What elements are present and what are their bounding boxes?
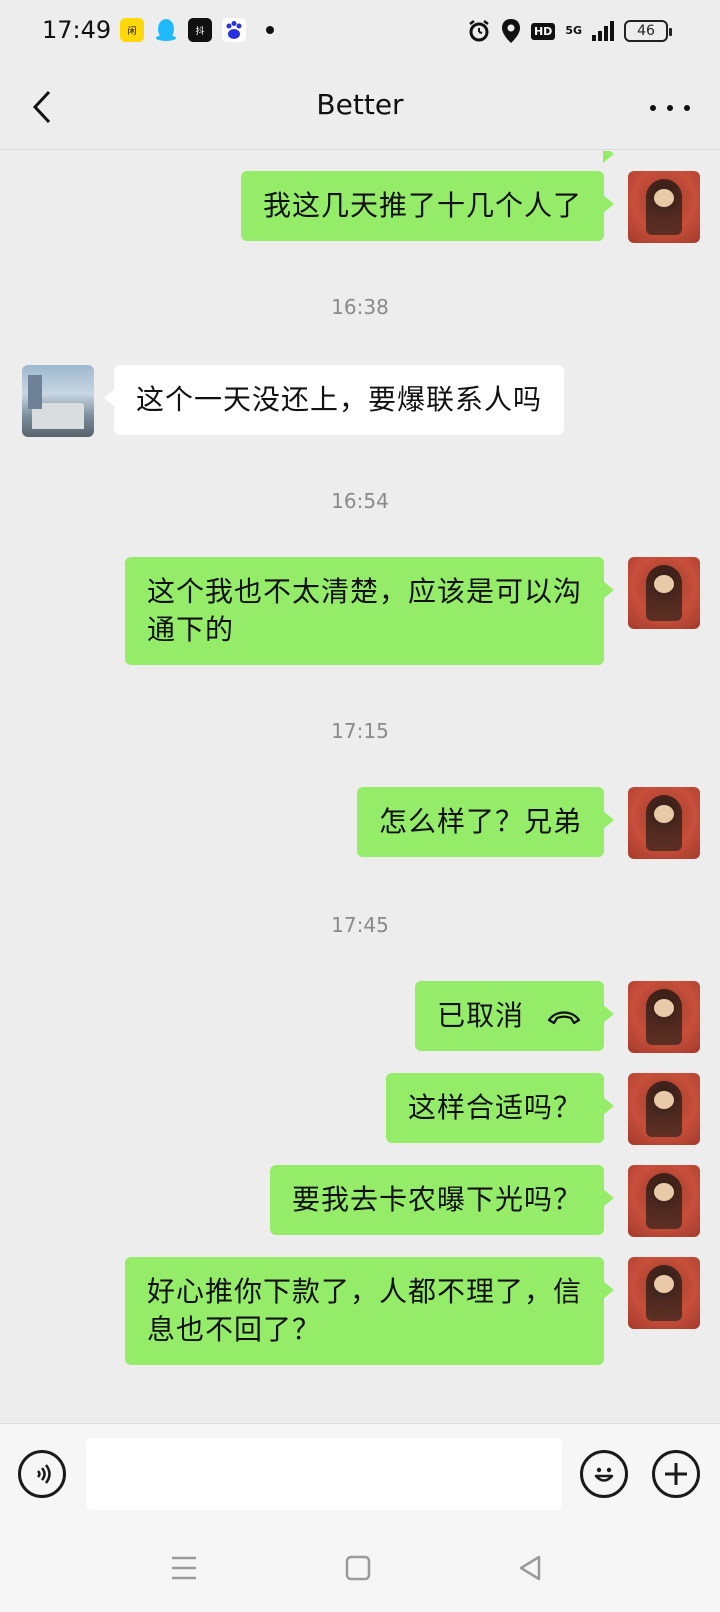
status-time: 17:49: [42, 16, 112, 44]
timestamp: 16:38: [331, 295, 389, 319]
more-dot-icon: [667, 105, 673, 111]
message-bubble[interactable]: 这样合适吗？: [385, 1073, 615, 1143]
message-line: 息也不回了？: [146, 1313, 321, 1346]
timestamp: 16:54: [331, 489, 389, 513]
more-dot-icon: [684, 105, 690, 111]
timestamp: 17:45: [331, 913, 389, 937]
xianyu-icon: 闲: [120, 18, 144, 42]
location-icon: [501, 19, 520, 43]
status-indicators: HD 5G 46: [467, 18, 672, 44]
message-bubble[interactable]: 这个我也不太清楚，应该是可以沟 通下的: [124, 557, 615, 665]
my-avatar[interactable]: [628, 787, 700, 859]
timestamp: 17:15: [331, 719, 389, 743]
voice-button[interactable]: [18, 1450, 66, 1498]
message-bubble[interactable]: 好心推你下款了，人都不理了，信 息也不回了？: [124, 1257, 615, 1365]
message-bubble[interactable]: 这个一天没还上，要爆联系人吗: [103, 365, 565, 435]
contact-avatar[interactable]: [22, 365, 94, 437]
message-line: 好心推你下款了，人都不理了，信: [146, 1275, 582, 1308]
back-nav-button[interactable]: [510, 1551, 550, 1585]
my-avatar[interactable]: [628, 1073, 700, 1145]
more-features-button[interactable]: [652, 1450, 700, 1498]
message-list[interactable]: 我这几天推了十几个人了 16:38 这个一天没还上，要爆联系人吗 16:54 这…: [0, 151, 720, 1423]
call-status-text: 已取消: [437, 999, 525, 1032]
chat-title: Better: [316, 88, 404, 121]
message-bubble[interactable]: 怎么样了？兄弟: [356, 787, 615, 857]
my-avatar[interactable]: [628, 1165, 700, 1237]
my-avatar[interactable]: [628, 171, 700, 243]
voice-icon: [37, 1464, 51, 1484]
phone-hangup-icon: [547, 1011, 581, 1025]
my-avatar[interactable]: [628, 557, 700, 629]
call-cancelled-bubble[interactable]: 已取消: [415, 981, 614, 1051]
signal-icon: [592, 21, 614, 41]
square-icon: [345, 1555, 371, 1581]
more-options-button[interactable]: [650, 94, 690, 122]
my-avatar[interactable]: [628, 981, 700, 1053]
input-bar: [0, 1423, 720, 1523]
system-navigation-bar: [0, 1523, 720, 1612]
my-avatar[interactable]: [628, 1257, 700, 1329]
more-dot-icon: [650, 105, 656, 111]
message-line: 这个我也不太清楚，应该是可以沟: [146, 575, 582, 608]
message-bubble[interactable]: 我这几天推了十几个人了: [240, 171, 615, 241]
battery-icon: 46: [624, 20, 672, 42]
status-bar: 17:49 闲 抖 HD 5G 46: [0, 0, 720, 64]
battery-level: 46: [637, 23, 655, 39]
message-bubble[interactable]: 要我去卡农曝下光吗？: [269, 1165, 615, 1235]
message-input[interactable]: [86, 1438, 562, 1510]
triangle-back-icon: [519, 1555, 541, 1581]
home-button[interactable]: [338, 1551, 378, 1585]
menu-icon: [172, 1556, 196, 1580]
baidu-icon: [222, 18, 246, 42]
chat-header: Better: [0, 64, 720, 150]
emoji-button[interactable]: [580, 1450, 628, 1498]
alarm-icon: [469, 20, 489, 42]
more-notifications-dot: [266, 26, 274, 34]
hd-badge: HD: [530, 22, 556, 40]
qq-icon: [154, 18, 178, 42]
message-line: 通下的: [146, 613, 234, 646]
douyin-icon: 抖: [188, 18, 212, 42]
recent-apps-button[interactable]: [164, 1551, 204, 1585]
network-type: 5G: [565, 24, 582, 37]
smiley-icon: [594, 1467, 614, 1482]
notification-icons: 闲 抖: [120, 18, 274, 42]
plus-icon: [665, 1463, 687, 1485]
